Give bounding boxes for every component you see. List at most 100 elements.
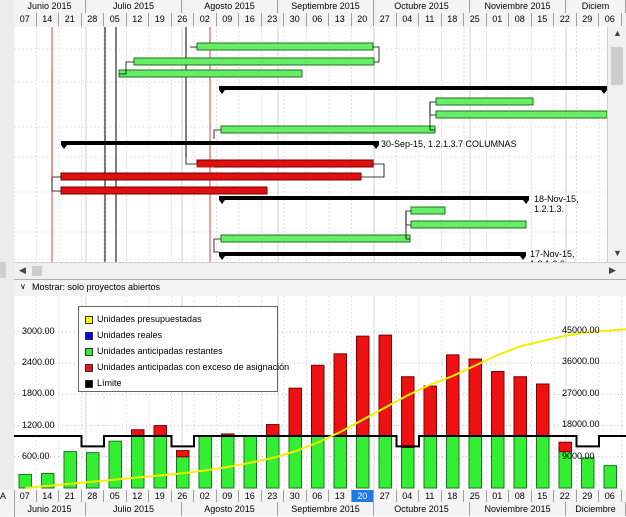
summary-bar-start bbox=[61, 145, 67, 149]
bottom-timescale-week[interactable]: 28 bbox=[81, 490, 104, 502]
legend-swatch bbox=[85, 347, 93, 356]
right-axis-label: 9000.00 bbox=[562, 450, 595, 461]
bottom-timescale-week[interactable]: 22 bbox=[554, 490, 577, 502]
bottom-timescale-week[interactable]: 23 bbox=[261, 490, 284, 502]
overallocation-bar bbox=[153, 425, 167, 437]
timescale-left-stub: A bbox=[0, 490, 15, 517]
remaining-units-bar bbox=[153, 435, 167, 489]
overallocation-bar bbox=[513, 376, 527, 437]
activity-bar[interactable] bbox=[196, 42, 374, 51]
overallocation-bar bbox=[491, 371, 505, 437]
bottom-timescale-week[interactable]: 30 bbox=[284, 490, 307, 502]
overallocation-bar bbox=[311, 364, 325, 437]
timescale-month: Junio 2015 bbox=[14, 0, 86, 13]
bottom-timescale-week[interactable]: 08 bbox=[509, 490, 532, 502]
activity-bar[interactable] bbox=[133, 57, 375, 66]
summary-bar[interactable] bbox=[61, 141, 379, 145]
summary-bar[interactable] bbox=[219, 196, 529, 200]
scroll-right-icon[interactable]: ▶ bbox=[606, 264, 619, 277]
remaining-units-bar bbox=[18, 473, 32, 489]
bottom-timescale-week[interactable]: 21 bbox=[59, 490, 82, 502]
timescale-week: 16 bbox=[239, 13, 262, 26]
filter-bar[interactable]: ∨ Mostrar: solo proyectos abiertos bbox=[14, 279, 626, 297]
remaining-units-bar bbox=[131, 435, 145, 489]
left-pane-marker bbox=[0, 262, 6, 278]
activity-bar[interactable] bbox=[220, 234, 411, 243]
bottom-timescale-week[interactable]: 14 bbox=[36, 490, 59, 502]
remaining-units-bar bbox=[468, 435, 482, 489]
bottom-timescale-week[interactable]: 01 bbox=[486, 490, 509, 502]
overallocation-bar bbox=[378, 334, 392, 437]
scroll-down-icon[interactable]: ▼ bbox=[611, 247, 624, 260]
bottom-timescale-week[interactable]: 18 bbox=[441, 490, 464, 502]
timescale-week: 20 bbox=[351, 13, 374, 26]
bottom-timescale-month: Octubre 2015 bbox=[374, 502, 470, 516]
critical-activity-bar[interactable] bbox=[60, 172, 362, 181]
activity-bar[interactable] bbox=[410, 220, 527, 229]
bottom-timescale-week[interactable]: 25 bbox=[464, 490, 487, 502]
remaining-units-bar bbox=[221, 435, 235, 489]
summary-bar-start bbox=[219, 200, 225, 204]
overallocation-bar bbox=[176, 450, 190, 458]
timescale-week: 04 bbox=[396, 13, 419, 26]
timescale-month: Agosto 2015 bbox=[182, 0, 278, 13]
critical-activity-bar[interactable] bbox=[196, 159, 374, 168]
bottom-timescale-week[interactable]: 15 bbox=[531, 490, 554, 502]
bottom-timescale-week[interactable]: 13 bbox=[621, 490, 626, 502]
left-axis-label: 1800.00 bbox=[22, 388, 55, 399]
timescale-week: 27 bbox=[374, 13, 397, 26]
timescale-month: Julio 2015 bbox=[86, 0, 182, 13]
legend-label: Unidades presupuestadas bbox=[97, 314, 202, 324]
bottom-timescale-week[interactable]: 16 bbox=[239, 490, 262, 502]
bottom-timescale-week[interactable]: 11 bbox=[419, 490, 442, 502]
bottom-timescale-week[interactable]: 04 bbox=[396, 490, 419, 502]
gantt-horizontal-scrollbar[interactable]: ◀ ▶ bbox=[14, 262, 626, 279]
bottom-timescale-week[interactable]: 05 bbox=[104, 490, 127, 502]
bottom-timescale-week[interactable]: 07 bbox=[14, 490, 37, 502]
timescale-week: 30 bbox=[284, 13, 307, 26]
activity-bar[interactable] bbox=[118, 69, 303, 78]
legend-label: Unidades reales bbox=[97, 330, 163, 340]
overallocation-bar bbox=[536, 383, 550, 437]
activity-bar[interactable] bbox=[220, 125, 436, 134]
gantt-vertical-scrollbar[interactable]: ▲ ▼ bbox=[607, 27, 626, 262]
overallocation-bar bbox=[288, 387, 302, 437]
bottom-timescale-week[interactable]: 29 bbox=[576, 490, 599, 502]
timescale-week: 18 bbox=[441, 13, 464, 26]
critical-activity-bar[interactable] bbox=[60, 186, 268, 195]
left-pane-edge bbox=[0, 0, 15, 517]
overallocation-bar bbox=[401, 376, 415, 448]
bottom-timescale-week[interactable]: 06 bbox=[599, 490, 622, 502]
activity-bar[interactable] bbox=[435, 110, 607, 119]
bottom-timescale-week[interactable]: 02 bbox=[194, 490, 217, 502]
timescale-week: 22 bbox=[554, 13, 577, 26]
bottom-timescale-week[interactable]: 06 bbox=[306, 490, 329, 502]
filter-label: Mostrar: solo proyectos abiertos bbox=[32, 282, 161, 292]
activity-bar[interactable] bbox=[410, 206, 446, 215]
activity-bar[interactable] bbox=[435, 97, 534, 106]
chevron-down-icon[interactable]: ∨ bbox=[20, 282, 26, 291]
scroll-left-icon[interactable]: ◀ bbox=[16, 264, 29, 277]
summary-bar[interactable] bbox=[219, 86, 607, 90]
bottom-timescale-week[interactable]: 20 bbox=[351, 490, 374, 502]
legend-item: Límite bbox=[85, 375, 271, 391]
scroll-thumb[interactable] bbox=[611, 47, 623, 85]
gantt-chart bbox=[14, 27, 607, 262]
scroll-up-icon[interactable]: ▲ bbox=[611, 27, 624, 40]
bottom-timescale-week[interactable]: 26 bbox=[171, 490, 194, 502]
summary-bar-end bbox=[520, 256, 526, 260]
bottom-timescale-week[interactable]: 13 bbox=[329, 490, 352, 502]
bottom-timescale-week[interactable]: 19 bbox=[149, 490, 172, 502]
bottom-timescale-week[interactable]: 09 bbox=[216, 490, 239, 502]
timescale-week: 08 bbox=[509, 13, 532, 26]
timescale-week: 14 bbox=[36, 13, 59, 26]
bottom-timescale-week[interactable]: 12 bbox=[126, 490, 149, 502]
remaining-units-bar bbox=[603, 465, 617, 489]
remaining-units-bar bbox=[423, 435, 437, 489]
left-axis-label: 600.00 bbox=[22, 450, 50, 461]
bottom-timescale-week[interactable]: 27 bbox=[374, 490, 397, 502]
dependency-link bbox=[51, 176, 61, 192]
horizontal-scroll-thumb[interactable] bbox=[32, 266, 42, 276]
dependency-link bbox=[213, 129, 221, 139]
summary-bar[interactable] bbox=[219, 252, 526, 256]
